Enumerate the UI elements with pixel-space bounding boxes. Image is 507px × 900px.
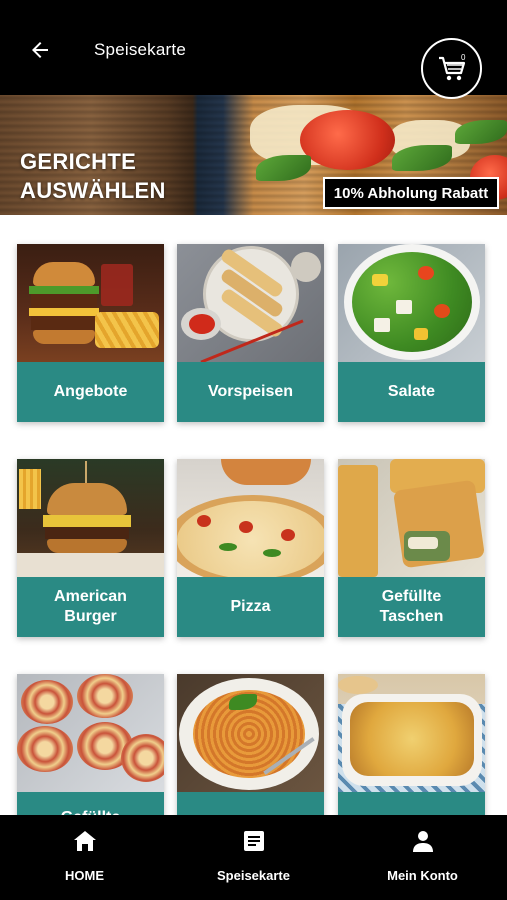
nav-label: Speisekarte <box>217 868 290 883</box>
category-label: Angebote <box>17 362 164 422</box>
category-card-salate[interactable]: Salate <box>338 244 485 422</box>
salad-bowl-image <box>338 244 485 362</box>
category-card-gefuellte-taschen[interactable]: Gefüllte Taschen <box>338 459 485 637</box>
nav-menu[interactable]: Speisekarte <box>169 815 338 900</box>
stuffed-pastry-image <box>338 459 485 577</box>
spring-rolls-image <box>177 244 324 362</box>
category-label: Vorspeisen <box>177 362 324 422</box>
bottom-navigation: HOME Speisekarte Mein Konto <box>0 815 507 900</box>
back-button[interactable] <box>24 34 56 66</box>
casserole-image <box>338 674 485 792</box>
pizza-image <box>177 459 324 577</box>
category-card-american-burger[interactable]: American Burger <box>17 459 164 637</box>
spaghetti-image <box>177 674 324 792</box>
nav-account[interactable]: Mein Konto <box>338 815 507 900</box>
category-label: Salate <box>338 362 485 422</box>
cart-button[interactable]: 0 <box>421 38 482 99</box>
arrow-left-icon <box>32 42 48 58</box>
category-card-angebote[interactable]: Angebote <box>17 244 164 422</box>
pastry-rolls-image <box>17 674 164 792</box>
promo-badge: 10% Abholung Rabatt <box>323 177 499 209</box>
nav-label: HOME <box>65 868 104 883</box>
category-card-pizza[interactable]: Pizza <box>177 459 324 637</box>
user-icon <box>412 831 433 852</box>
nav-label: Mein Konto <box>387 868 458 883</box>
category-label: Gefüllte Taschen <box>338 577 485 637</box>
category-label: Pizza <box>177 577 324 637</box>
home-icon <box>73 831 96 851</box>
burger-and-fries-image <box>17 244 164 362</box>
cart-count-badge: 0 <box>461 53 466 62</box>
menu-list-icon <box>243 831 264 851</box>
banner-title: GERICHTE AUSWÄHLEN <box>20 149 166 203</box>
page-title: Speisekarte <box>94 40 186 59</box>
category-label: American Burger <box>17 577 164 637</box>
burger-image <box>17 459 164 577</box>
category-card-vorspeisen[interactable]: Vorspeisen <box>177 244 324 422</box>
nav-home[interactable]: HOME <box>0 815 169 900</box>
